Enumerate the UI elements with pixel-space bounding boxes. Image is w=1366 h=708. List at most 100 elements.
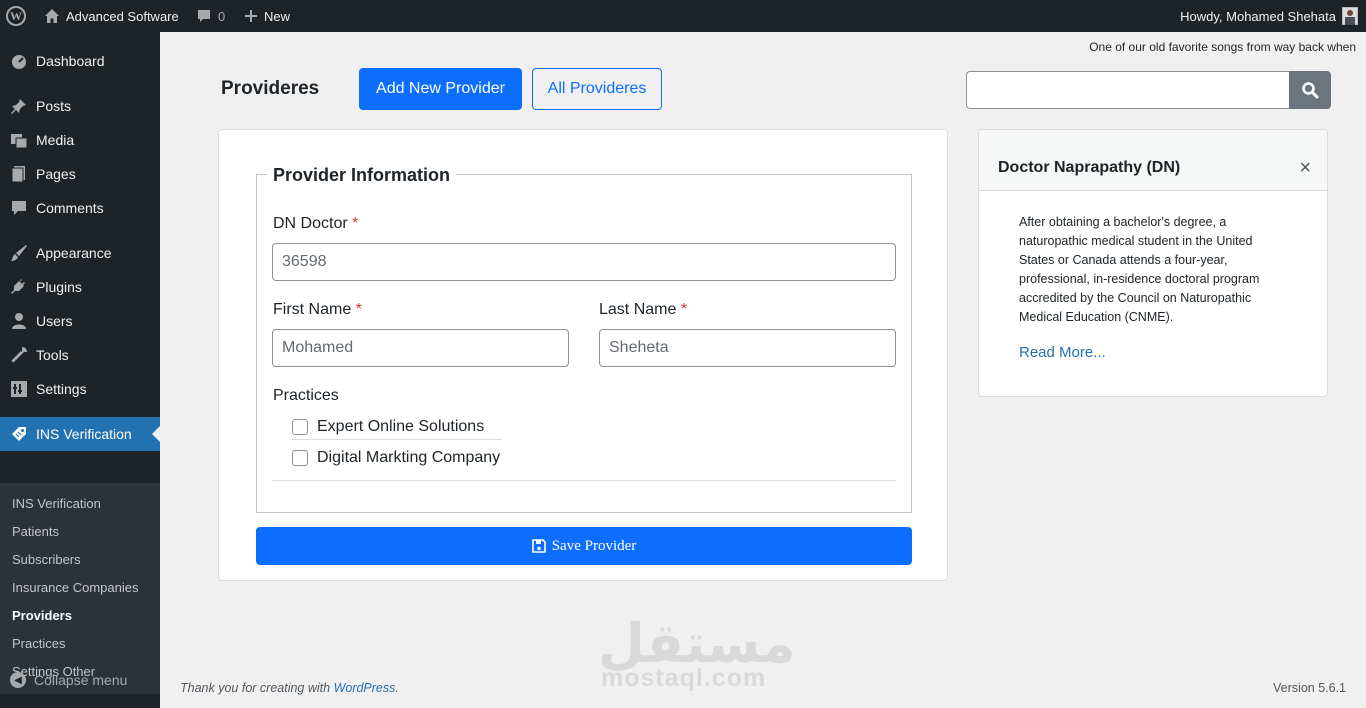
sidebar-item-appearance[interactable]: Appearance: [0, 236, 160, 270]
sidebar-item-label: Media: [36, 132, 75, 148]
song-lyric-line: One of our old favorite songs from way b…: [1089, 40, 1356, 54]
add-new-provider-button[interactable]: Add New Provider: [359, 68, 522, 110]
practice-checkbox[interactable]: [292, 419, 308, 435]
plus-icon: [245, 10, 257, 22]
submenu-item-patients[interactable]: Patients: [12, 524, 59, 539]
dashboard-icon: [10, 52, 28, 70]
floppy-disk-icon: [531, 539, 546, 553]
last-name-field[interactable]: Sheheta: [599, 329, 896, 367]
practice-option-label: Expert Online Solutions: [317, 418, 485, 435]
close-icon[interactable]: ×: [1299, 158, 1311, 178]
admin-sidebar: Dashboard Posts Media Pages Comments App…: [0, 32, 160, 708]
comment-icon: [10, 199, 28, 217]
last-name-label: Last Name *: [599, 301, 688, 318]
howdy-text: Howdy, Mohamed Shehata: [1180, 8, 1336, 24]
new-content-link[interactable]: New: [244, 0, 290, 32]
submenu-item-subscribers[interactable]: Subscribers: [12, 552, 81, 567]
sidebar-item-label: Tools: [36, 347, 69, 363]
tag-icon: [10, 425, 28, 443]
submenu-item-ins-verification[interactable]: INS Verification: [12, 496, 101, 511]
plug-icon: [10, 278, 28, 296]
collapse-icon: ◀: [10, 672, 26, 688]
search-icon: [1302, 82, 1319, 99]
provider-information-fieldset: Provider Information DN Doctor * 36598 F…: [256, 165, 912, 513]
search-button[interactable]: [1289, 71, 1331, 109]
submenu-item-practices[interactable]: Practices: [12, 636, 65, 651]
settings-icon: [10, 380, 28, 398]
comment-icon: [198, 10, 210, 22]
wordpress-link[interactable]: WordPress: [334, 681, 396, 695]
comments-count: 0: [218, 8, 226, 24]
practice-option[interactable]: Expert Online Solutions: [292, 418, 484, 436]
pages-icon: [10, 165, 28, 183]
sidebar-item-label: Users: [36, 313, 73, 329]
sidebar-item-pages[interactable]: Pages: [0, 157, 160, 191]
fieldset-legend: Provider Information: [267, 165, 457, 186]
all-providers-button[interactable]: All Provideres: [532, 68, 662, 110]
doctor-info-card: Doctor Naprapathy (DN) × After obtaining…: [978, 129, 1328, 397]
dn-doctor-label: DN Doctor *: [273, 215, 359, 232]
sidebar-item-tools[interactable]: Tools: [0, 338, 160, 372]
practice-divider: [292, 439, 502, 440]
practice-option[interactable]: Digital Markting Company: [292, 449, 500, 467]
ins-verification-submenu: INS Verification Patients Subscribers In…: [0, 483, 160, 694]
required-mark: *: [355, 301, 362, 318]
first-name-label: First Name *: [273, 301, 362, 318]
sidebar-item-label: Dashboard: [36, 53, 105, 69]
sidebar-item-users[interactable]: Users: [0, 304, 160, 338]
wordpress-logo[interactable]: W: [6, 0, 28, 32]
practice-checkbox[interactable]: [292, 450, 308, 466]
sidebar-item-label: INS Verification: [36, 426, 132, 442]
user-account-menu[interactable]: Howdy, Mohamed Shehata: [1180, 0, 1358, 32]
first-name-field[interactable]: Mohamed: [272, 329, 569, 367]
new-label: New: [264, 8, 291, 24]
submenu-item-providers[interactable]: Providers: [12, 608, 72, 623]
sidebar-item-label: Settings: [36, 381, 87, 397]
sidebar-item-label: Plugins: [36, 279, 82, 295]
watermark-latin: mostaql.com: [601, 664, 767, 692]
read-more-link[interactable]: Read More...: [1019, 344, 1106, 361]
info-card-header: Doctor Naprapathy (DN) ×: [979, 130, 1327, 191]
required-mark: *: [680, 301, 688, 318]
collapse-menu-button[interactable]: ◀ Collapse menu: [10, 672, 127, 688]
brush-icon: [10, 244, 28, 262]
sidebar-item-label: Comments: [36, 200, 104, 216]
save-provider-label: Save Provider: [551, 537, 637, 554]
pin-icon: [10, 97, 28, 115]
collapse-menu-label: Collapse menu: [34, 672, 128, 688]
practice-option-label: Digital Markting Company: [317, 449, 501, 466]
footer-thanks: Thank you for creating with WordPress.: [180, 681, 399, 695]
sidebar-item-label: Posts: [36, 98, 72, 114]
wrench-icon: [10, 346, 28, 364]
user-icon: [10, 312, 28, 330]
admin-bar: W Advanced Software 0 New Howdy, Mohamed…: [0, 0, 1366, 32]
sidebar-item-settings[interactable]: Settings: [0, 372, 160, 406]
site-name-link[interactable]: Advanced Software: [44, 0, 179, 32]
sidebar-item-dashboard[interactable]: Dashboard: [0, 44, 160, 78]
comments-link[interactable]: 0: [196, 0, 225, 32]
info-card-title: Doctor Naprapathy (DN): [998, 159, 1181, 176]
provider-form-card: Provider Information DN Doctor * 36598 F…: [218, 129, 948, 581]
sidebar-item-posts[interactable]: Posts: [0, 89, 160, 123]
dn-doctor-field[interactable]: 36598: [272, 243, 896, 281]
sidebar-item-comments[interactable]: Comments: [0, 191, 160, 225]
home-icon: [45, 9, 59, 23]
fieldset-divider: [272, 480, 896, 481]
avatar: [1342, 7, 1358, 25]
sidebar-item-media[interactable]: Media: [0, 123, 160, 157]
version-text: Version 5.6.1: [1273, 681, 1346, 695]
required-mark: *: [352, 215, 359, 232]
site-name: Advanced Software: [66, 8, 179, 24]
sidebar-item-ins-verification[interactable]: INS Verification: [0, 417, 160, 451]
practices-label: Practices: [273, 387, 339, 404]
sidebar-item-plugins[interactable]: Plugins: [0, 270, 160, 304]
page-title: Provideres: [221, 78, 320, 99]
sidebar-item-label: Appearance: [36, 245, 112, 261]
info-card-body: After obtaining a bachelor's degree, a n…: [1019, 215, 1260, 324]
sidebar-item-label: Pages: [36, 166, 76, 182]
save-provider-button[interactable]: Save Provider: [256, 527, 912, 565]
wordpress-icon: W: [6, 6, 26, 26]
search-input[interactable]: [966, 71, 1289, 109]
submenu-item-insurance-companies[interactable]: Insurance Companies: [12, 580, 138, 595]
media-icon: [10, 131, 28, 149]
